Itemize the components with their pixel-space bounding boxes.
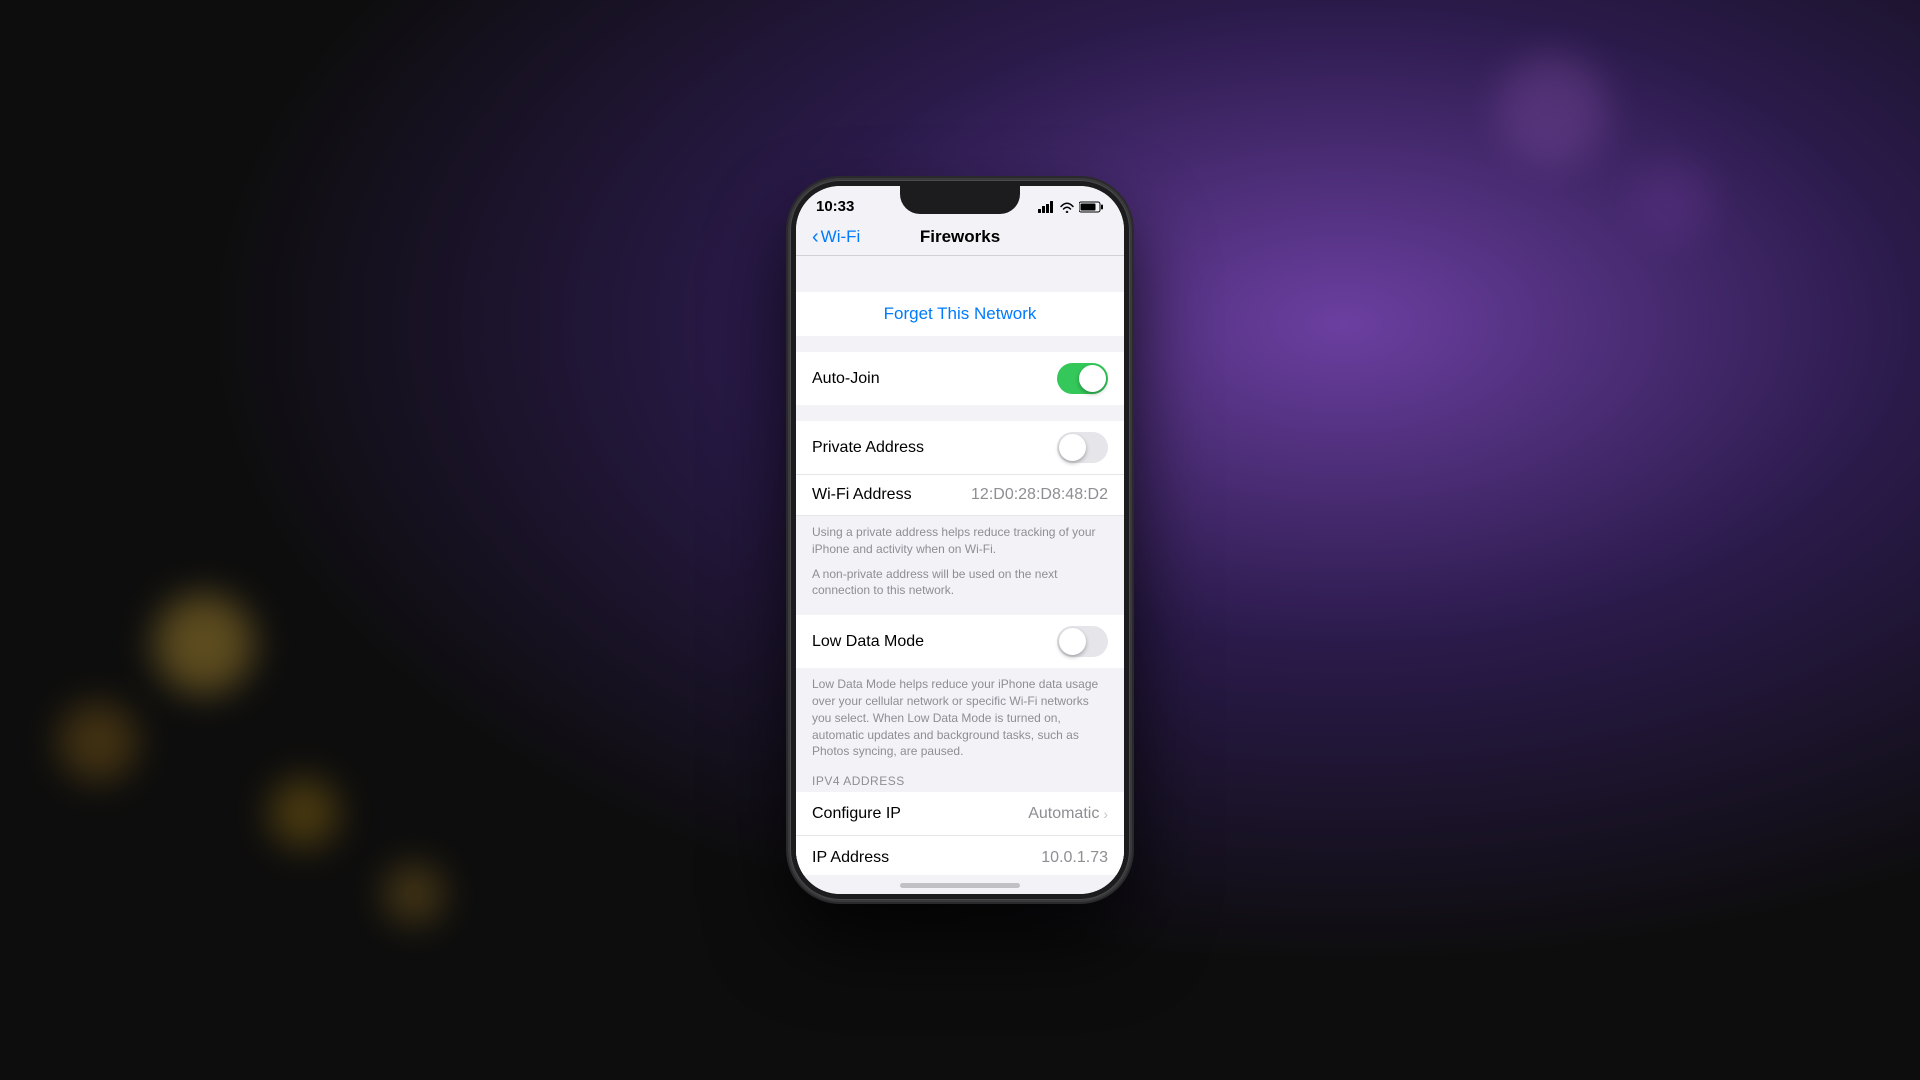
wifi-address-cell: Wi-Fi Address 12:D0:28:D8:48:D2 [796, 475, 1124, 516]
phone-screen: 10:33 [796, 186, 1124, 894]
wifi-address-value: 12:D0:28:D8:48:D2 [971, 486, 1108, 504]
low-data-cell: Low Data Mode [796, 615, 1124, 668]
status-bar: 10:33 [796, 186, 1124, 219]
private-address-cell: Private Address [796, 421, 1124, 475]
settings-content: Forget This Network Auto-Join Private Ad… [796, 256, 1124, 875]
low-data-label: Low Data Mode [812, 633, 924, 651]
auto-join-label: Auto-Join [812, 370, 880, 388]
auto-join-group: Auto-Join [796, 352, 1124, 405]
ip-address-value: 10.0.1.73 [1041, 849, 1108, 867]
private-address-toggle-knob [1059, 434, 1086, 461]
spacer-3 [796, 607, 1124, 615]
status-time: 10:33 [816, 198, 854, 215]
auto-join-toggle-knob [1079, 365, 1106, 392]
battery-icon [1079, 201, 1104, 213]
spacer-2 [796, 405, 1124, 421]
private-address-toggle[interactable] [1057, 432, 1108, 463]
wifi-address-label: Wi-Fi Address [812, 486, 912, 504]
signal-icon [1038, 201, 1055, 213]
forget-network-group: Forget This Network [796, 292, 1124, 336]
notch [900, 186, 1020, 214]
home-bar [900, 883, 1020, 888]
private-address-group: Private Address Wi-Fi Address 12:D0:28:D… [796, 421, 1124, 516]
configure-ip-value: Automatic › [1028, 805, 1108, 823]
auto-join-toggle[interactable] [1057, 363, 1108, 394]
auto-join-cell: Auto-Join [796, 352, 1124, 405]
private-address-note1: Using a private address helps reduce tra… [796, 516, 1124, 566]
spacer-top [796, 256, 1124, 272]
private-address-note2: A non-private address will be used on th… [796, 566, 1124, 608]
ipv4-group: Configure IP Automatic › IP Address 10.0… [796, 792, 1124, 875]
configure-ip-label: Configure IP [812, 805, 901, 823]
spacer-1 [796, 336, 1124, 352]
nav-title: Fireworks [920, 227, 1000, 247]
low-data-toggle[interactable] [1057, 626, 1108, 657]
status-icons [1038, 201, 1104, 213]
ipv4-section-header: IPV4 ADDRESS [796, 768, 1124, 792]
back-chevron-icon: ‹ [812, 227, 819, 247]
nav-back-label: Wi-Fi [821, 227, 861, 247]
wifi-status-icon [1059, 201, 1075, 213]
nav-bar: ‹ Wi-Fi Fireworks [796, 219, 1124, 256]
private-address-label: Private Address [812, 439, 924, 457]
configure-ip-cell[interactable]: Configure IP Automatic › [796, 792, 1124, 836]
home-indicator [796, 875, 1124, 894]
nav-back-button[interactable]: ‹ Wi-Fi [812, 227, 860, 247]
configure-ip-chevron: › [1103, 806, 1108, 822]
phone-frame: 10:33 [790, 180, 1130, 900]
ip-address-cell: IP Address 10.0.1.73 [796, 836, 1124, 875]
low-data-toggle-knob [1059, 628, 1086, 655]
forget-network-label[interactable]: Forget This Network [884, 304, 1037, 324]
low-data-group: Low Data Mode [796, 615, 1124, 668]
low-data-note: Low Data Mode helps reduce your iPhone d… [796, 668, 1124, 768]
ip-address-label: IP Address [812, 849, 889, 867]
forget-network-cell[interactable]: Forget This Network [796, 292, 1124, 336]
